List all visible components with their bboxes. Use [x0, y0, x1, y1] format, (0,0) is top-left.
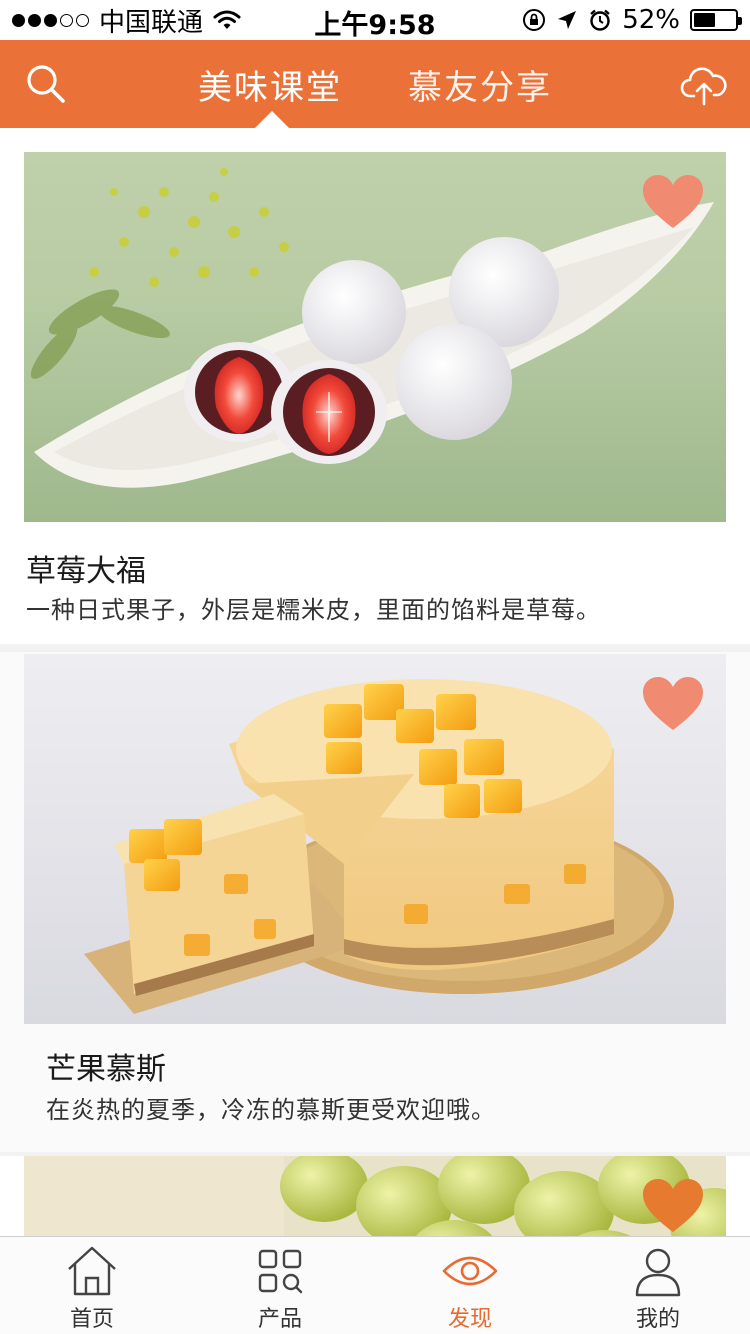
signal-strength-icon — [12, 13, 89, 27]
battery-fill — [694, 13, 715, 27]
upload-button[interactable] — [678, 58, 730, 110]
status-right: 52% — [522, 4, 742, 36]
recipe-card[interactable]: 芒果慕斯 在炎热的夏季，冷冻的慕斯更受欢迎哦。 — [0, 652, 750, 1152]
recipe-title: 芒果慕斯 — [46, 1052, 166, 1087]
header-tabs: 美味课堂 慕友分享 — [0, 40, 750, 129]
recipe-feed: 草莓大福 一种日式果子，外层是糯米皮，里面的馅料是草莓。 芒果慕斯 在炎热的夏季… — [0, 128, 750, 1236]
wifi-icon — [213, 10, 241, 29]
carrier-name: 中国联通 — [99, 7, 204, 38]
heart-icon[interactable] — [642, 1178, 704, 1234]
tab-mine[interactable]: 我的 — [588, 1237, 728, 1334]
grid-search-icon — [258, 1249, 303, 1294]
tab-discover[interactable]: 发现 — [400, 1237, 540, 1334]
battery-icon — [690, 9, 742, 31]
app-header: 美味课堂 慕友分享 — [0, 40, 750, 129]
tab-mine-label: 我的 — [635, 1307, 680, 1332]
heart-icon[interactable] — [642, 676, 704, 732]
tab-products-label: 产品 — [257, 1307, 302, 1332]
eye-icon — [442, 1256, 498, 1286]
tab-products[interactable]: 产品 — [210, 1237, 350, 1334]
location-arrow-icon — [558, 11, 577, 29]
recipe-image-grapes — [24, 1156, 726, 1236]
orientation-lock-icon — [523, 9, 546, 31]
status-bar: 中国联通 上午9:58 52% — [0, 0, 750, 41]
tab-home-label: 首页 — [69, 1307, 114, 1332]
heart-icon[interactable] — [642, 174, 704, 230]
user-icon — [635, 1248, 681, 1297]
recipe-image-strawberry-daifuku — [24, 152, 726, 522]
bottom-tab-bar: 首页 产品 发现 我的 — [0, 1236, 750, 1334]
recipe-description: 一种日式果子，外层是糯米皮，里面的馅料是草莓。 — [26, 596, 601, 624]
alarm-icon — [590, 9, 610, 31]
recipe-card[interactable]: 草莓大福 一种日式果子，外层是糯米皮，里面的馅料是草莓。 — [0, 128, 750, 644]
cloud-upload-icon — [680, 67, 727, 106]
home-icon — [68, 1246, 116, 1296]
recipe-title: 草莓大福 — [26, 554, 146, 589]
recipe-description: 在炎热的夏季，冷冻的慕斯更受欢迎哦。 — [46, 1096, 496, 1124]
status-left: 中国联通 — [12, 4, 241, 38]
tab-friend-share[interactable]: 慕友分享 — [408, 60, 552, 109]
recipe-image-mango-mousse — [24, 654, 726, 1024]
tab-discover-label: 发现 — [447, 1307, 492, 1332]
tab-home[interactable]: 首页 — [22, 1237, 162, 1334]
active-tab-indicator — [254, 111, 290, 129]
recipe-card[interactable] — [0, 1156, 750, 1236]
battery-percent: 52% — [622, 5, 680, 35]
tab-tasty-class[interactable]: 美味课堂 — [198, 60, 342, 109]
